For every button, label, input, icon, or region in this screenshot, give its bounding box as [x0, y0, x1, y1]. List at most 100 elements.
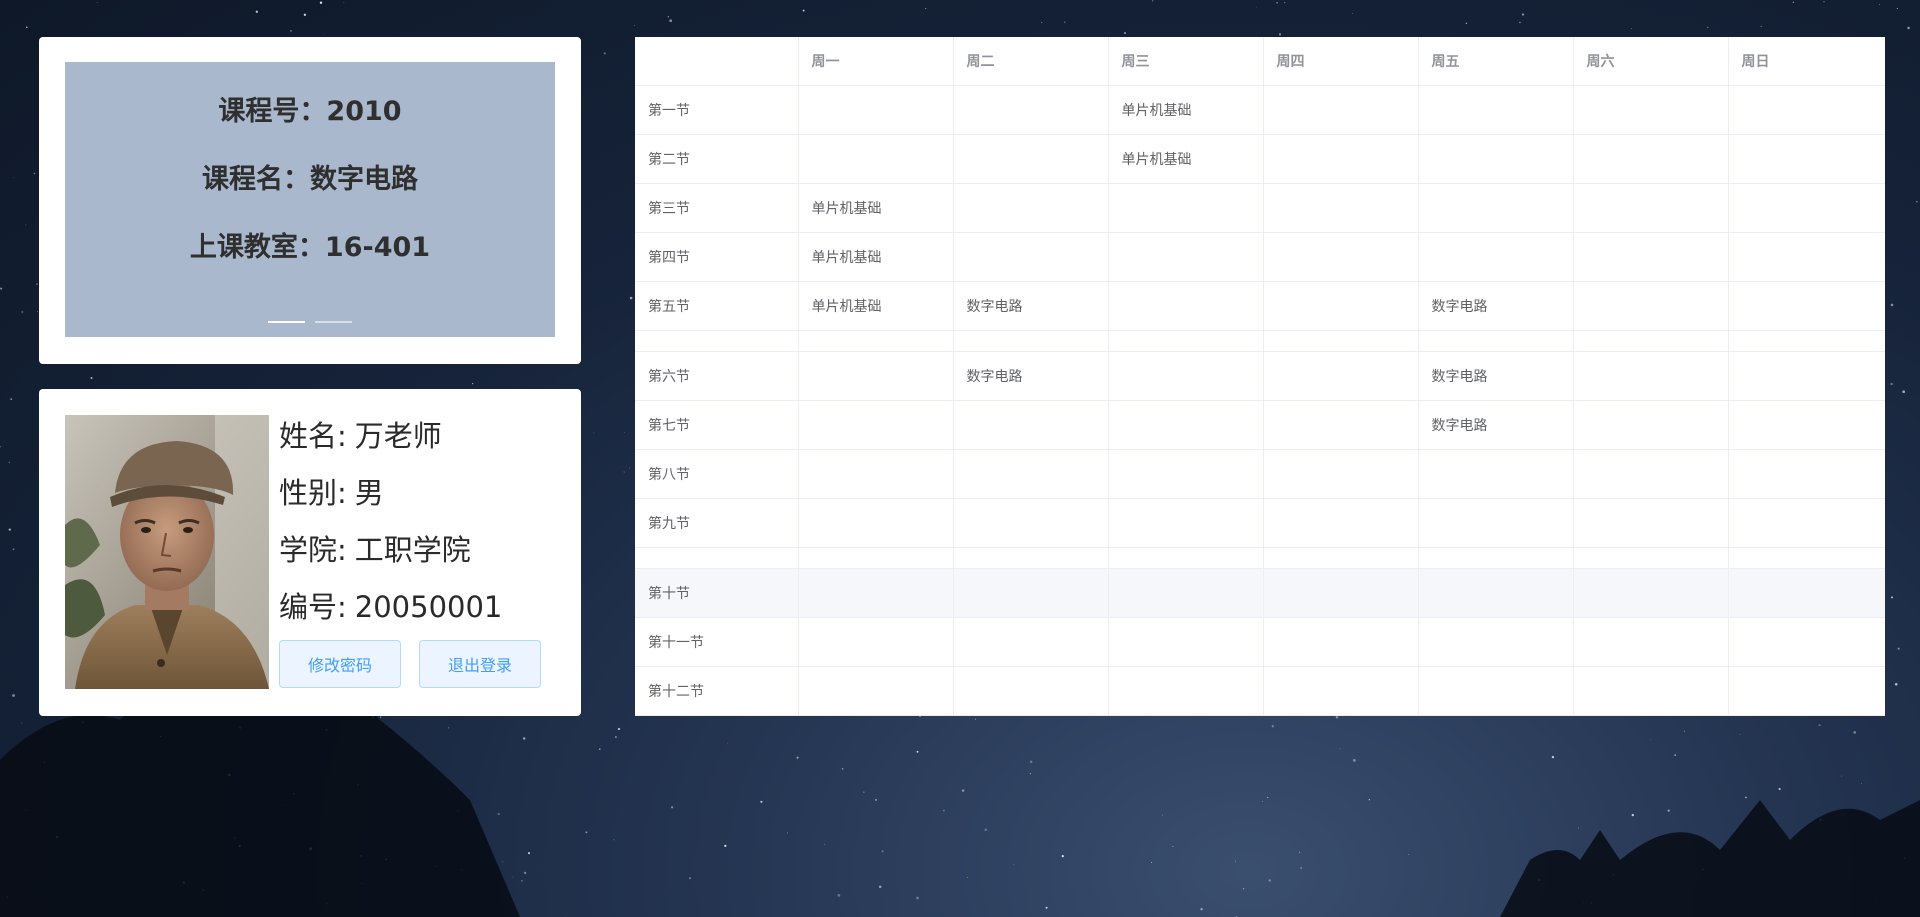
table-row[interactable]: 第四节 单片机基础	[635, 232, 1885, 282]
course-cell[interactable]	[1263, 183, 1419, 233]
course-cell[interactable]	[953, 568, 1109, 618]
course-cell[interactable]	[1108, 617, 1264, 667]
course-cell[interactable]	[953, 400, 1109, 450]
carousel-indicator-2[interactable]	[315, 321, 352, 323]
course-cell[interactable]	[1728, 281, 1885, 331]
course-cell[interactable]	[1263, 232, 1419, 282]
course-cell[interactable]	[1418, 134, 1574, 184]
course-cell[interactable]: 数字电路	[1418, 281, 1574, 331]
day-header[interactable]: 周五	[1418, 37, 1574, 86]
course-cell[interactable]	[1573, 351, 1729, 401]
course-cell[interactable]	[798, 134, 954, 184]
course-cell[interactable]	[953, 232, 1109, 282]
course-cell[interactable]	[798, 666, 954, 716]
course-cell[interactable]	[1263, 134, 1419, 184]
course-cell[interactable]	[1573, 232, 1729, 282]
course-cell[interactable]	[1108, 547, 1264, 569]
course-cell[interactable]	[1728, 134, 1885, 184]
course-cell[interactable]	[798, 568, 954, 618]
course-cell[interactable]	[953, 330, 1109, 352]
course-cell[interactable]	[1263, 617, 1419, 667]
course-cell[interactable]: 数字电路	[1418, 400, 1574, 450]
course-cell[interactable]	[1108, 281, 1264, 331]
course-cell[interactable]	[1418, 183, 1574, 233]
course-cell[interactable]	[1728, 351, 1885, 401]
course-cell[interactable]	[1573, 183, 1729, 233]
table-row[interactable]: 第十一节	[635, 617, 1885, 667]
table-row[interactable]: 第六节 数字电路 数字电路	[635, 351, 1885, 401]
course-cell[interactable]	[1418, 498, 1574, 548]
course-cell[interactable]	[1108, 400, 1264, 450]
course-cell[interactable]	[1573, 400, 1729, 450]
course-cell[interactable]	[1418, 232, 1574, 282]
course-cell[interactable]	[1728, 232, 1885, 282]
course-cell[interactable]	[1263, 400, 1419, 450]
table-row[interactable]: 第一节 单片机基础	[635, 85, 1885, 135]
course-cell[interactable]	[798, 330, 954, 352]
course-cell[interactable]	[953, 666, 1109, 716]
course-cell[interactable]	[953, 85, 1109, 135]
course-cell[interactable]	[798, 617, 954, 667]
table-row[interactable]: 第五节 单片机基础 数字电路 数字电路	[635, 281, 1885, 331]
course-cell[interactable]	[1108, 568, 1264, 618]
course-cell[interactable]	[1573, 498, 1729, 548]
course-cell[interactable]	[1418, 568, 1574, 618]
course-cell[interactable]	[1108, 183, 1264, 233]
course-cell[interactable]: 数字电路	[953, 351, 1109, 401]
course-cell[interactable]	[1573, 281, 1729, 331]
course-cell[interactable]	[798, 547, 954, 569]
course-cell[interactable]: 单片机基础	[1108, 134, 1264, 184]
course-cell[interactable]	[1108, 351, 1264, 401]
course-cell[interactable]	[1418, 547, 1574, 569]
table-row[interactable]: 第十节	[635, 568, 1885, 618]
course-cell[interactable]: 数字电路	[953, 281, 1109, 331]
course-cell[interactable]	[1108, 449, 1264, 499]
course-cell[interactable]	[1418, 330, 1574, 352]
course-cell[interactable]	[1728, 617, 1885, 667]
course-cell[interactable]	[1728, 400, 1885, 450]
course-cell[interactable]	[1418, 617, 1574, 667]
day-header[interactable]: 周二	[953, 37, 1109, 86]
course-cell[interactable]	[1728, 547, 1885, 569]
course-cell[interactable]	[1573, 547, 1729, 569]
course-cell[interactable]	[798, 449, 954, 499]
course-cell[interactable]	[1263, 281, 1419, 331]
course-cell[interactable]	[1573, 449, 1729, 499]
day-header[interactable]: 周三	[1108, 37, 1264, 86]
course-cell[interactable]: 单片机基础	[798, 183, 954, 233]
course-cell[interactable]	[1108, 666, 1264, 716]
course-cell[interactable]	[1573, 134, 1729, 184]
course-cell[interactable]	[1263, 547, 1419, 569]
table-row[interactable]: 第七节 数字电路	[635, 400, 1885, 450]
course-cell[interactable]	[1263, 351, 1419, 401]
day-header[interactable]: 周六	[1573, 37, 1729, 86]
course-cell[interactable]	[1573, 568, 1729, 618]
course-cell[interactable]	[1418, 666, 1574, 716]
course-cell[interactable]	[798, 351, 954, 401]
course-cell[interactable]: 单片机基础	[1108, 85, 1264, 135]
course-cell[interactable]	[798, 400, 954, 450]
course-carousel[interactable]: 课程号：2010 课程名：数字电路 上课教室：16-401	[65, 62, 555, 337]
course-cell[interactable]	[953, 498, 1109, 548]
logout-button[interactable]: 退出登录	[419, 640, 541, 688]
course-cell[interactable]: 单片机基础	[798, 281, 954, 331]
day-header[interactable]: 周四	[1263, 37, 1419, 86]
course-cell[interactable]	[1263, 666, 1419, 716]
day-header[interactable]: 周一	[798, 37, 954, 86]
table-row[interactable]: 第二节 单片机基础	[635, 134, 1885, 184]
course-cell[interactable]	[1418, 85, 1574, 135]
course-cell[interactable]	[1108, 498, 1264, 548]
course-cell[interactable]	[1108, 330, 1264, 352]
table-row[interactable]: 第八节	[635, 449, 1885, 499]
course-cell[interactable]	[1573, 85, 1729, 135]
carousel-indicator-1[interactable]	[268, 321, 305, 323]
course-cell[interactable]	[1263, 85, 1419, 135]
course-cell[interactable]	[953, 183, 1109, 233]
course-cell[interactable]	[953, 449, 1109, 499]
course-cell[interactable]	[1728, 666, 1885, 716]
course-cell[interactable]	[1573, 666, 1729, 716]
course-cell[interactable]	[798, 85, 954, 135]
course-cell[interactable]	[798, 498, 954, 548]
table-row[interactable]: 第三节 单片机基础	[635, 183, 1885, 233]
course-cell[interactable]	[1728, 449, 1885, 499]
